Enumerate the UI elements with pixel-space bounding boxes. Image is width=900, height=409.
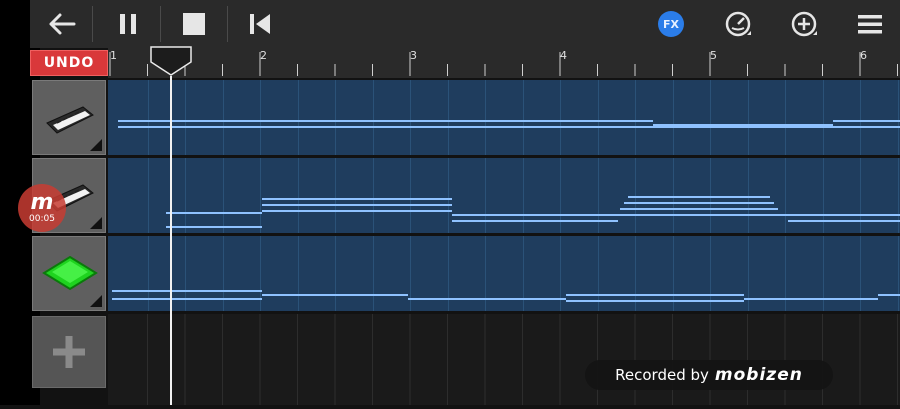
note [112, 298, 262, 300]
track-menu-corner [90, 139, 102, 151]
metronome-icon [725, 11, 751, 37]
hamburger-menu-icon [858, 15, 882, 34]
note [566, 300, 744, 302]
note [262, 210, 452, 212]
note [262, 198, 452, 200]
bar-number: 6 [860, 49, 867, 62]
music-sequencer-app: FX UNDO 1 2 3 4 5 6 m 00:05 Recorded by … [0, 0, 900, 405]
pause-button[interactable] [110, 4, 146, 44]
note [788, 220, 900, 222]
bar-number: 4 [560, 49, 567, 62]
back-arrow-icon [49, 13, 76, 35]
bar-number: 1 [110, 49, 117, 62]
add-track-button[interactable] [32, 316, 106, 388]
timeline-ruler[interactable] [108, 48, 900, 78]
note [618, 214, 788, 216]
toolbar-divider [160, 6, 161, 42]
skip-to-start-icon [250, 14, 270, 34]
add-circle-icon [791, 11, 817, 37]
note [744, 298, 878, 300]
menu-button[interactable] [852, 4, 888, 44]
note [452, 220, 618, 222]
back-button[interactable] [44, 4, 80, 44]
green-drum-pad-icon [42, 255, 98, 291]
track-2-lane[interactable] [108, 158, 900, 233]
pause-icon [120, 14, 136, 34]
note [408, 298, 566, 300]
track-1-instrument-button[interactable] [32, 80, 106, 155]
keyboard-synth-icon [46, 106, 94, 134]
watermark-prefix: Recorded by [615, 366, 709, 384]
track-3-instrument-button[interactable] [32, 236, 106, 311]
recorder-logo: m [30, 190, 54, 215]
track-menu-corner [90, 295, 102, 307]
track-1-lane[interactable] [108, 80, 900, 155]
bar-number: 3 [410, 49, 417, 62]
note [628, 196, 770, 198]
toolbar-divider [92, 6, 93, 42]
add-button[interactable] [786, 4, 822, 44]
top-toolbar: FX [30, 0, 900, 48]
rewind-button[interactable] [242, 4, 278, 44]
note [166, 212, 262, 214]
note [262, 294, 408, 296]
note [878, 294, 900, 296]
note [166, 226, 262, 228]
track-3-lane[interactable] [108, 236, 900, 311]
note [620, 208, 778, 210]
metronome-button[interactable] [720, 4, 756, 44]
screen-recorder-badge[interactable]: m 00:05 [18, 184, 66, 232]
note [624, 202, 774, 204]
note [452, 214, 618, 216]
note [566, 294, 744, 296]
stop-icon [183, 13, 205, 35]
note [118, 120, 653, 122]
undo-button[interactable]: UNDO [30, 50, 108, 76]
ruler-ticks [109, 52, 898, 76]
bar-number: 5 [710, 49, 717, 62]
playhead-line [170, 76, 172, 405]
note [262, 204, 452, 206]
recorded-by-watermark: Recorded by mobizen [585, 360, 833, 390]
fx-button[interactable]: FX [658, 11, 684, 37]
plus-icon [53, 336, 85, 368]
toolbar-divider [227, 6, 228, 42]
note [112, 290, 262, 292]
note [788, 214, 900, 216]
stop-button[interactable] [176, 4, 212, 44]
playhead-handle[interactable] [150, 46, 192, 76]
note [653, 124, 833, 126]
note [118, 126, 900, 128]
watermark-brand: mobizen [714, 365, 803, 385]
track-menu-corner [90, 217, 102, 229]
bar-number: 2 [260, 49, 267, 62]
recording-timer: 00:05 [29, 214, 55, 224]
note [833, 120, 900, 122]
